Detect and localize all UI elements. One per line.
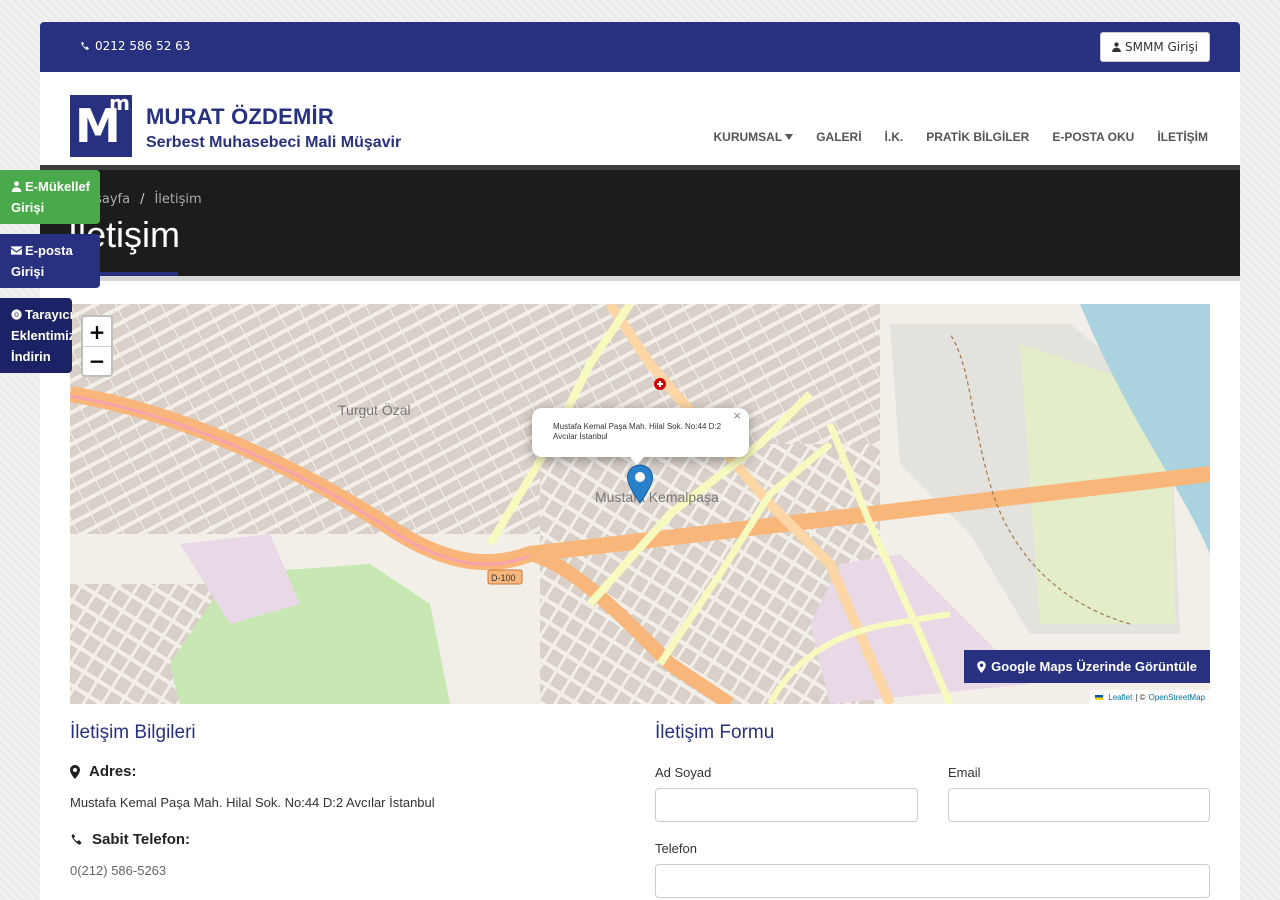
phone-value: 0(212) 586-5263 — [70, 863, 167, 878]
nav-item-ik[interactable]: İ.K. — [885, 130, 904, 144]
neighbourhood-label: Mustafa Kemalpaşa — [595, 489, 719, 505]
google-maps-button[interactable]: Google Maps Üzerinde Görüntüle — [964, 650, 1210, 683]
nav-item-kurumsal[interactable]: KURUMSAL — [714, 130, 794, 144]
email-label: Email — [948, 765, 981, 780]
side-button-label: Girişi — [11, 200, 45, 215]
phone-input[interactable] — [655, 864, 1210, 898]
site-header: M m MURAT ÖZDEMİR Serbest Muhasebeci Mal… — [40, 72, 1240, 170]
envelope-icon — [11, 246, 22, 255]
side-button-label: Tarayıcı — [25, 307, 72, 322]
side-button-label: Eklentimizi — [11, 328, 72, 343]
zoom-in-button[interactable]: + — [83, 317, 111, 346]
map-attribution: Leaflet | © OpenStreetMap — [1090, 690, 1210, 704]
zoom-controls: + − — [81, 315, 113, 377]
phone-icon — [81, 41, 89, 50]
district-label: Turgut Özal — [338, 402, 411, 418]
nav-item-galeri[interactable]: GALERİ — [816, 130, 861, 144]
address-label-text: Adres: — [89, 763, 137, 780]
side-button-label: E-Mükellef — [25, 179, 91, 194]
breadcrumb-current: İletişim — [154, 192, 202, 207]
chrome-icon — [11, 309, 22, 320]
smmm-login-label: SMMM Girişi — [1125, 40, 1198, 54]
side-button-label: Girişi — [11, 264, 45, 279]
leaflet-link[interactable]: Leaflet — [1108, 693, 1132, 702]
highway-label: D-100 — [491, 573, 516, 583]
phone-label-text: Sabit Telefon: — [92, 831, 191, 848]
top-bar: 0212 586 52 63 SMMM Girişi — [40, 22, 1240, 72]
phone-label: Sabit Telefon: — [70, 831, 190, 848]
brand-subtitle: Serbest Muhasebeci Mali Müşavir — [146, 134, 402, 151]
address-label: Adres: — [70, 763, 137, 780]
nav-item-label: İ.K. — [884, 130, 904, 144]
nav-item-pratik-bilgiler[interactable]: PRATİK BİLGİLER — [926, 130, 1029, 144]
nav-item-label: İLETİŞİM — [1157, 130, 1208, 144]
name-input[interactable] — [655, 788, 918, 822]
phone-input-label: Telefon — [655, 841, 697, 856]
user-icon — [11, 181, 22, 192]
divider-band — [40, 276, 1240, 281]
brand-name[interactable]: MURAT ÖZDEMİR — [146, 104, 334, 130]
phone-icon — [71, 833, 82, 845]
email-input[interactable] — [948, 788, 1210, 822]
smmm-login-button[interactable]: SMMM Girişi — [1100, 32, 1210, 62]
top-phone: 0212 586 52 63 — [80, 39, 190, 53]
breadcrumb-separator: / — [140, 192, 145, 207]
user-icon — [1112, 42, 1121, 52]
nav-item-eposta-oku[interactable]: E-POSTA OKU — [1052, 130, 1134, 144]
e-mukellef-login-button[interactable]: E-Mükellef Girişi — [0, 170, 100, 224]
google-maps-label: Google Maps Üzerinde Görüntüle — [991, 659, 1197, 674]
contact-form-title: İletişim Formu — [655, 722, 775, 743]
logo[interactable]: M m — [70, 91, 132, 157]
map-pin-icon — [977, 660, 986, 673]
main-nav: KURUMSAL GALERİ İ.K. PRATİK BİLGİLER E-P… — [714, 130, 1208, 144]
map-popup: Mustafa Kemal Paşa Mah. Hilal Sok. No:44… — [532, 408, 749, 457]
page-container: 0212 586 52 63 SMMM Girişi M m MURAT ÖZD… — [40, 22, 1240, 900]
popup-close-button[interactable]: × — [733, 409, 741, 422]
map-pin-icon — [70, 764, 80, 779]
popup-address: Mustafa Kemal Paşa Mah. Hilal Sok. No:44… — [553, 422, 722, 441]
side-button-label: E-posta — [25, 243, 73, 258]
osm-link[interactable]: OpenStreetMap — [1149, 693, 1205, 702]
nav-item-label: E-POSTA OKU — [1052, 130, 1135, 144]
top-phone-text: 0212 586 52 63 — [95, 39, 191, 53]
ukraine-flag-icon — [1095, 694, 1104, 700]
e-posta-login-button[interactable]: E-posta Girişi — [0, 234, 100, 288]
name-label: Ad Soyad — [655, 765, 712, 780]
nav-item-label: GALERİ — [816, 130, 862, 144]
side-button-label: İndirin — [11, 349, 51, 364]
address-value: Mustafa Kemal Paşa Mah. Hilal Sok. No:44… — [70, 795, 435, 810]
map-marker-icon[interactable] — [626, 464, 654, 504]
attribution-separator: | © — [1135, 692, 1146, 702]
nav-item-iletisim[interactable]: İLETİŞİM — [1157, 130, 1208, 144]
logo-small-letter: m — [109, 91, 130, 115]
caret-down-icon — [785, 134, 794, 140]
zoom-out-button[interactable]: − — [83, 346, 111, 375]
contact-info-title: İletişim Bilgileri — [70, 722, 196, 743]
page-banner: Anasayfa / İletişim İletişim — [40, 170, 1240, 276]
browser-extension-button[interactable]: Tarayıcı Eklentimizi İndirin — [0, 298, 72, 373]
nav-item-label: PRATİK BİLGİLER — [926, 130, 1030, 144]
map-view[interactable]: D-100 Turgut Özal Mustafa Kemalpaşa + − … — [70, 304, 1210, 704]
nav-item-label: KURUMSAL — [713, 130, 783, 144]
